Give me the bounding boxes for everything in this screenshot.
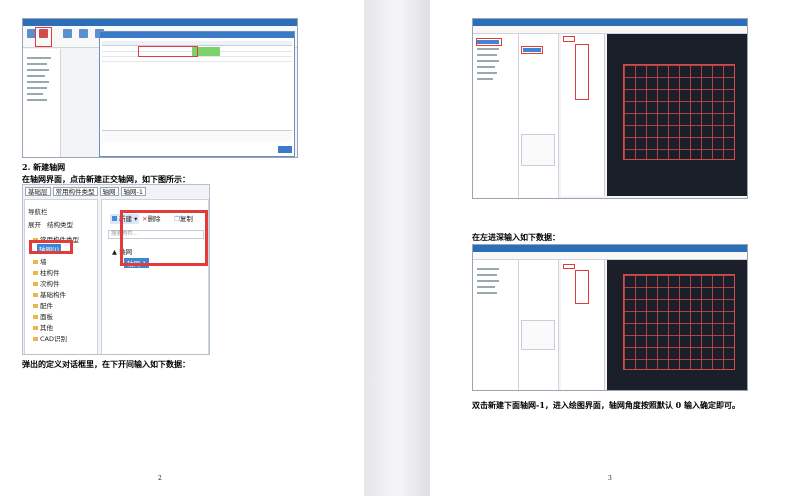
nav-item-wall[interactable]: 墙 <box>33 256 47 266</box>
nav-panel: 导航栏 展开 结构类型 常用构件类型 轴网(J) 墙 柱构件 次构件 基础构件 … <box>24 199 98 354</box>
element-list-panel: 新建 ▾ ✕删除 ❐复制 搜索构件... ▲ 轴网 轴网-1 <box>101 199 209 354</box>
nav-item-cad[interactable]: CAD识别 <box>33 333 67 343</box>
screenshot-grid-panel: 基础层 常用构件类型 轴网 轴网-1 导航栏 展开 结构类型 常用构件类型 轴网… <box>22 184 210 355</box>
floor-select[interactable]: 基础层 <box>25 187 51 196</box>
structure-type-button[interactable]: 结构类型 <box>47 219 73 229</box>
screenshot-bottom-span <box>472 18 748 199</box>
page-right: 在左进深输入如下数据： 双击新建下面轴网-1，进入绘图界面，轴网角度按照默认 0… <box>430 0 794 496</box>
element-select[interactable]: 轴网-1 <box>120 187 146 196</box>
highlight-grid-item <box>29 240 73 254</box>
section-heading: 2. 新建轴网 <box>22 162 66 172</box>
new-icon <box>112 216 117 221</box>
nav-item-secondary[interactable]: 次构件 <box>33 278 60 288</box>
folder-icon <box>33 315 38 319</box>
category-select[interactable]: 常用构件类型 <box>52 187 98 196</box>
nav-title: 导航栏 <box>28 208 48 216</box>
folder-icon <box>33 326 38 330</box>
folder-icon <box>33 293 38 297</box>
screenshot-new-grid-dialog <box>22 18 298 158</box>
page-left: 2. 新建轴网 在轴网界面，点击新建正交轴网，如下图所示： 基础层 常用构件类型… <box>0 0 364 496</box>
layer-selectors: 基础层 常用构件类型 轴网 轴网-1 <box>23 186 148 197</box>
folder-icon <box>33 260 38 264</box>
document-spread: 2. 新建轴网 在轴网界面，点击新建正交轴网，如下图所示： 基础层 常用构件类型… <box>0 0 794 496</box>
expand-button[interactable]: 展开 <box>28 219 41 229</box>
page-gutter <box>364 0 430 496</box>
nav-item-fitting[interactable]: 配件 <box>33 300 53 310</box>
folder-icon <box>33 271 38 275</box>
nav-item-column[interactable]: 柱构件 <box>33 267 60 277</box>
nav-item-other[interactable]: 其他 <box>33 322 53 332</box>
nav-item-panel[interactable]: 面板 <box>33 311 53 321</box>
folder-icon <box>33 282 38 286</box>
caption-mid: 在左进深输入如下数据： <box>472 232 560 242</box>
folder-icon <box>33 304 38 308</box>
highlight-new <box>120 210 208 266</box>
caption-bottom: 双击新建下面轴网-1，进入绘图界面，轴网角度按照默认 0 输入确定即可。 <box>472 400 741 410</box>
page-number-right: 3 <box>608 475 612 482</box>
after-text: 弹出的定义对话框里，在下开间输入如下数据： <box>22 359 190 369</box>
screenshot-left-depth <box>472 244 748 391</box>
type-select[interactable]: 轴网 <box>99 187 119 196</box>
page-number-left: 2 <box>158 475 162 482</box>
nav-item-foundation[interactable]: 基础构件 <box>33 289 66 299</box>
folder-icon <box>33 337 38 341</box>
